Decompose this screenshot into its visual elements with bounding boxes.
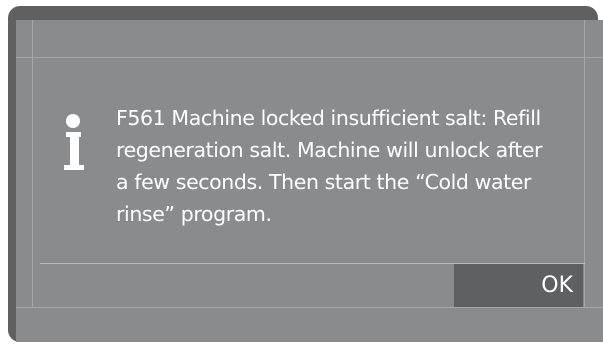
display-screen: F561 Machine locked insufficient salt: R…: [16, 20, 603, 342]
ok-button[interactable]: OK: [454, 264, 583, 307]
dialog-message: F561 Machine locked insufficient salt: R…: [116, 106, 543, 226]
info-icon: [64, 114, 84, 170]
